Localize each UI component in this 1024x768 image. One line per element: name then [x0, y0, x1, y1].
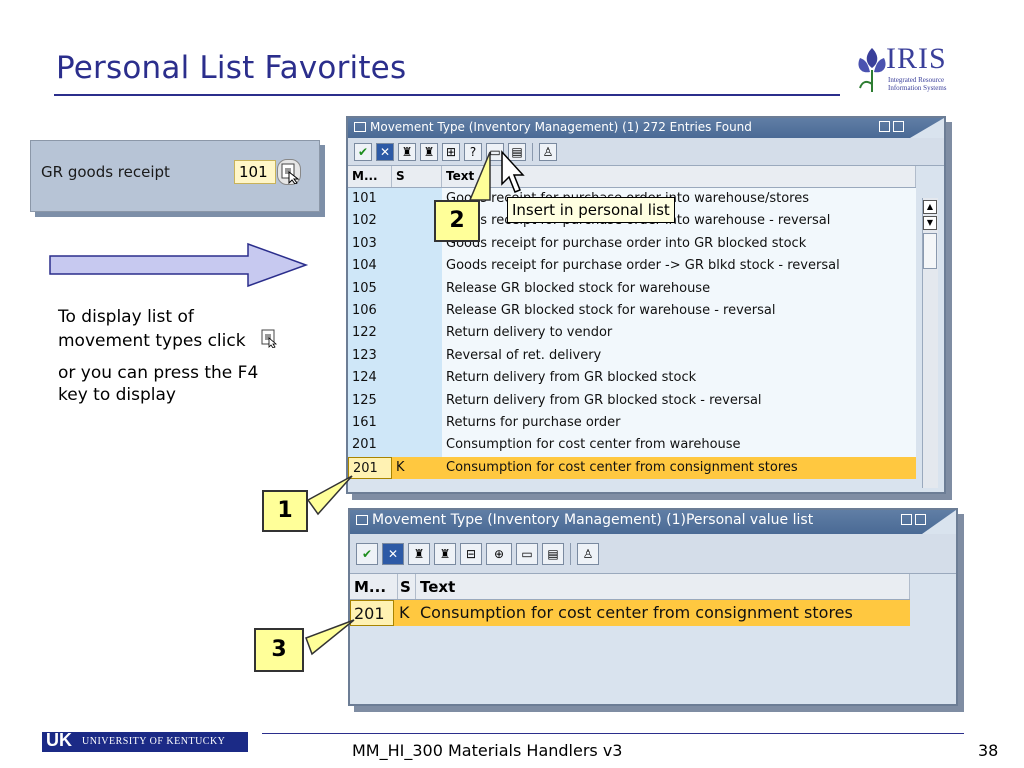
list-row[interactable]: 123 Reversal of ret. delivery [348, 344, 916, 368]
window-title: Movement Type (Inventory Management) (1)… [370, 120, 752, 134]
instructions: To display list of movement types click … [58, 306, 288, 414]
movement-type-input[interactable]: 101 [234, 160, 276, 184]
scroll-thumb[interactable] [923, 233, 937, 269]
field-label: GR goods receipt [41, 163, 170, 181]
column-header: M... S Text [348, 166, 916, 188]
toolbar: ✔ ✕ ♜ ♜ ⊞ ? ▭ ▤ ♙ [348, 138, 944, 166]
scroll-down-icon[interactable]: ▼ [923, 216, 937, 230]
toolbar: ✔ ✕ ♜ ♜ ⊟ ⊕ ▭ ▤ ♙ [350, 534, 956, 574]
delete-from-personal-list-button[interactable]: ⊟ [460, 542, 482, 565]
find-next-button[interactable]: ♜ [420, 142, 438, 161]
minimize-icon[interactable] [901, 514, 912, 525]
list-row[interactable]: 122 Return delivery to vendor [348, 322, 916, 345]
right-arrow-icon [49, 242, 309, 288]
find-button[interactable]: ♜ [398, 142, 416, 161]
value-help-icon [281, 163, 300, 185]
iris-subtitle: Integrated Resource Information Systems [888, 76, 947, 92]
footer-rule [262, 733, 964, 734]
confirm-button[interactable]: ✔ [354, 142, 372, 161]
vertical-scrollbar[interactable]: ▲ ▼ [922, 198, 938, 488]
close-icon[interactable] [915, 514, 926, 525]
gr-field-panel: GR goods receipt 101 [30, 140, 320, 212]
list-row-selected[interactable]: 201 K Consumption for cost center from c… [350, 600, 910, 626]
list-row-selected[interactable]: 201 K Consumption for cost center from con… [348, 456, 916, 480]
find-next-button[interactable]: ♜ [434, 542, 456, 565]
window-title: Movement Type (Inventory Management) (1)… [372, 512, 814, 528]
title-underline [54, 94, 840, 96]
instruction-f4: or you can press the F4 key to display [58, 363, 259, 405]
column-header: M... S Text [350, 574, 910, 600]
window-titlebar: Movement Type (Inventory Management) (1)… [350, 510, 956, 534]
scroll-up-icon[interactable]: ▲ [923, 200, 937, 214]
callout-1: 1 [262, 490, 308, 532]
personal-value-list-window: Movement Type (Inventory Management) (1)… [348, 508, 958, 706]
callout-3-pointer [305, 619, 355, 656]
value-help-icon [260, 328, 278, 354]
slide-title: Personal List Favorites [56, 50, 407, 86]
window-icon [354, 122, 366, 132]
uk-logo: UK UNIVERSITY OF KENTUCKY [42, 730, 248, 752]
list-row[interactable]: 125 Return delivery from GR blocked stock… [348, 389, 916, 412]
instruction-click: To display list of movement types click [58, 306, 288, 354]
cancel-button[interactable]: ✕ [382, 542, 404, 565]
window-titlebar: Movement Type (Inventory Management) (1)… [348, 118, 944, 138]
callout-1-pointer [306, 475, 353, 516]
local-file-button[interactable]: ▤ [542, 542, 564, 565]
list-row[interactable]: 106 Release GR blocked stock for warehous… [348, 299, 916, 323]
f4-help-button[interactable] [277, 159, 301, 185]
col-header-movement[interactable]: M... [350, 574, 398, 599]
footer-text: MM_HI_300 Materials Handlers v3 [352, 741, 623, 760]
col-header-movement[interactable]: M... [348, 166, 392, 187]
find-button[interactable]: ♜ [408, 542, 430, 565]
iris-wordmark: IRIS [886, 42, 947, 75]
page-number: 38 [978, 741, 999, 760]
list-row[interactable]: 104 Goods receipt for purchase order -> G… [348, 255, 916, 278]
tooltip: Insert in personal list [507, 197, 675, 223]
col-header-special[interactable]: S [398, 574, 416, 599]
list-row[interactable]: 105 Release GR blocked stock for warehous… [348, 277, 916, 300]
close-icon[interactable] [893, 121, 904, 132]
minimize-icon[interactable] [879, 121, 890, 132]
callout-2-pointer [468, 151, 491, 201]
cancel-button[interactable]: ✕ [376, 142, 394, 161]
iris-logo: IRIS Integrated Resource Information Sys… [852, 42, 962, 98]
list-row[interactable]: 124 Return delivery from GR blocked stock [348, 367, 916, 390]
print-button[interactable]: ▭ [516, 542, 538, 565]
movement-type-list-window: Movement Type (Inventory Management) (1)… [346, 116, 946, 494]
settings-button[interactable]: ♙ [577, 542, 599, 565]
list-row[interactable]: 201 Consumption for cost center from ware… [348, 434, 916, 457]
personal-list: 201 K Consumption for cost center from c… [350, 600, 910, 680]
callout-3: 3 [254, 628, 304, 672]
confirm-button[interactable]: ✔ [356, 542, 378, 565]
show-all-button[interactable]: ⊕ [486, 542, 512, 565]
col-header-special[interactable]: S [392, 166, 442, 187]
settings-button[interactable]: ♙ [539, 142, 557, 161]
list-row[interactable]: 161 Returns for purchase order [348, 411, 916, 435]
callout-2: 2 [434, 200, 480, 242]
col-header-text[interactable]: Text [416, 574, 910, 599]
